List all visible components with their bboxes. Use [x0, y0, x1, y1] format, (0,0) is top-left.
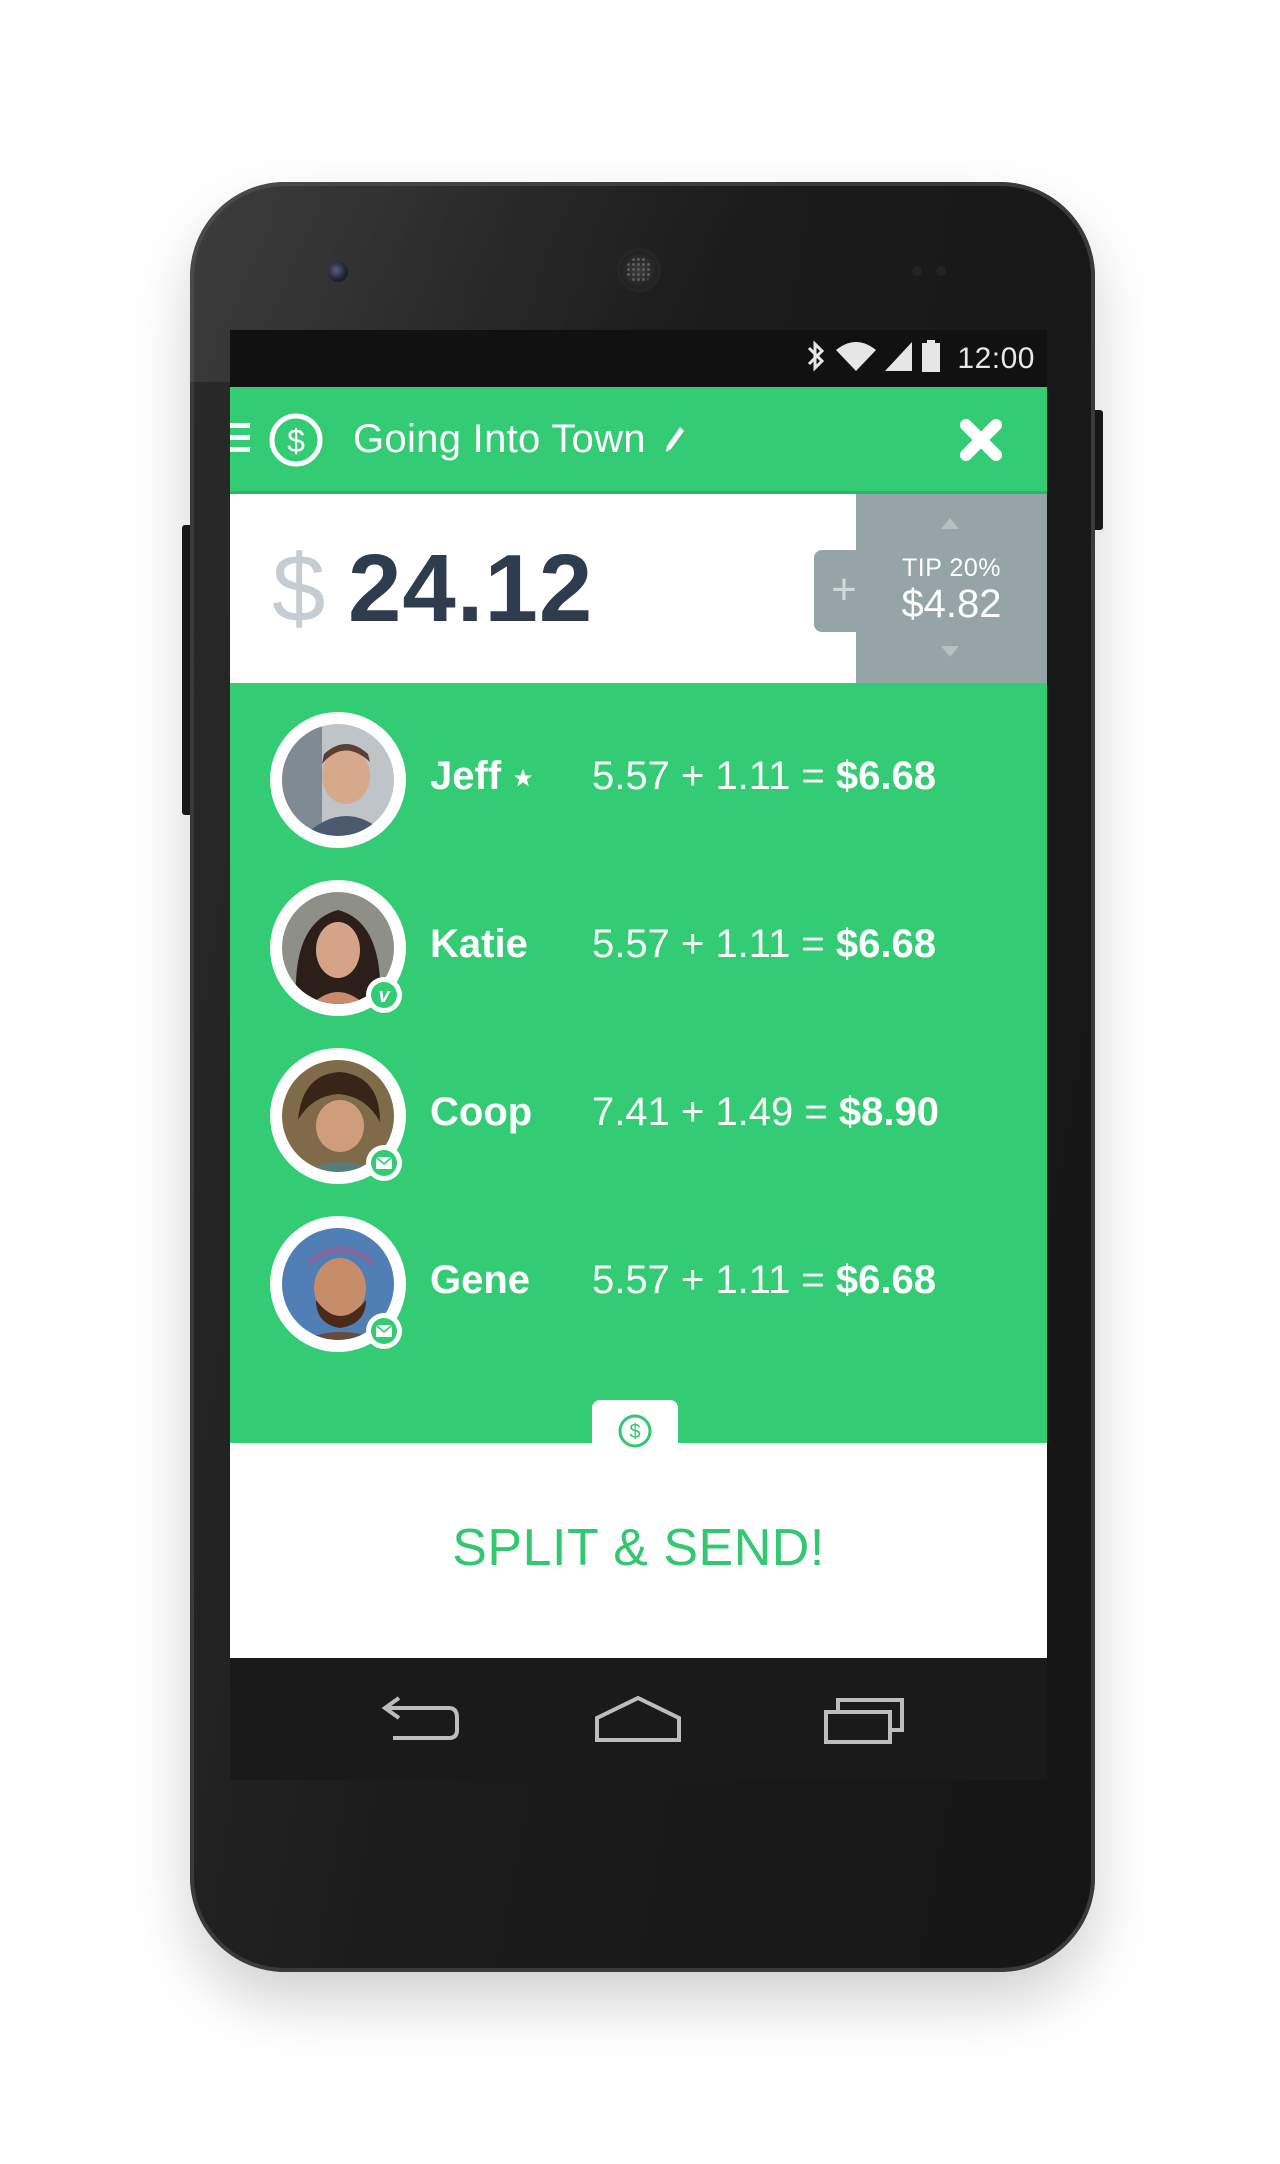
send-tab: $	[592, 1400, 678, 1448]
menu-icon[interactable]	[230, 423, 250, 457]
amount-breakdown: 5.57 + 1.11 =	[592, 922, 836, 966]
status-time: 12:00	[957, 341, 1035, 375]
close-icon[interactable]	[958, 417, 1004, 463]
app-bar: $ Going Into Town	[230, 387, 1047, 494]
amount-total: $6.68	[835, 1258, 937, 1302]
screen: 12:00 $ Going Into Town $ 24.12 + TIP 20…	[230, 330, 1047, 1780]
person-amount: 5.57 + 1.11 = $6.68	[592, 754, 936, 799]
person-amount: 5.57 + 1.11 = $6.68	[592, 922, 936, 967]
edit-icon[interactable]	[664, 425, 686, 460]
amount-breakdown: 5.57 + 1.11 =	[592, 754, 836, 798]
dollar-coin-icon: $	[616, 1412, 654, 1455]
send-area: SPLIT & SEND!	[230, 1443, 1047, 1658]
avatar[interactable]	[270, 1048, 406, 1184]
light-sensor	[936, 266, 946, 276]
person-row-coop[interactable]: Coop 7.41 + 1.49 = $8.90	[230, 1048, 1047, 1188]
person-name: Gene	[430, 1258, 531, 1302]
person-name: Jeff	[430, 754, 502, 798]
person-name: Coop	[430, 1090, 533, 1134]
mail-badge	[366, 1145, 402, 1181]
amount-total: $6.68	[835, 922, 937, 966]
amount-breakdown: 5.57 + 1.11 =	[592, 1258, 836, 1302]
front-camera	[328, 262, 348, 282]
person-amount: 7.41 + 1.49 = $8.90	[592, 1090, 939, 1135]
venmo-badge: v	[366, 977, 402, 1013]
avatar[interactable]	[270, 1216, 406, 1352]
battery-icon	[921, 339, 941, 378]
amount-total: $8.90	[838, 1090, 939, 1134]
tip-increase-icon[interactable]	[941, 518, 959, 529]
wifi-icon	[835, 340, 877, 377]
split-send-button[interactable]: SPLIT & SEND!	[230, 1503, 1047, 1593]
tip-amount: $4.82	[901, 582, 1002, 626]
star-icon	[513, 768, 533, 793]
svg-text:v: v	[378, 985, 391, 1007]
status-bar: 12:00	[230, 330, 1047, 387]
svg-text:$: $	[287, 423, 305, 459]
page-title[interactable]: Going Into Town	[353, 417, 646, 462]
avatar[interactable]	[270, 712, 406, 848]
bill-amount-row: $ 24.12 + TIP 20% $4.82	[230, 494, 1047, 683]
people-list: Jeff 5.57 + 1.11 = $6.68 v Katie 5.57 + …	[230, 683, 1047, 1443]
signal-icon	[885, 340, 913, 377]
person-name: Katie	[430, 922, 528, 966]
tip-panel: TIP 20% $4.82	[856, 494, 1047, 683]
person-row-gene[interactable]: Gene 5.57 + 1.11 = $6.68	[230, 1216, 1047, 1356]
amount-breakdown: 7.41 + 1.49 =	[592, 1090, 839, 1134]
earpiece-speaker	[617, 248, 661, 292]
avatar[interactable]: v	[270, 880, 406, 1016]
bluetooth-icon	[805, 339, 827, 378]
person-row-katie[interactable]: v Katie 5.57 + 1.11 = $6.68	[230, 880, 1047, 1020]
tip-decrease-icon[interactable]	[941, 646, 959, 657]
mail-badge	[366, 1313, 402, 1349]
person-amount: 5.57 + 1.11 = $6.68	[592, 1258, 936, 1303]
person-row-jeff[interactable]: Jeff 5.57 + 1.11 = $6.68	[230, 712, 1047, 852]
recents-icon[interactable]	[822, 1690, 912, 1750]
dollar-logo-icon: $	[268, 412, 324, 473]
avatar-photo	[282, 724, 394, 836]
amount-total: $6.68	[835, 754, 937, 798]
navigation-bar	[230, 1658, 1047, 1780]
tip-label: TIP 20%	[902, 554, 1001, 582]
home-icon[interactable]	[593, 1690, 683, 1750]
back-icon[interactable]	[373, 1690, 463, 1750]
svg-text:$: $	[629, 1421, 640, 1443]
currency-symbol: $	[272, 535, 326, 642]
bill-amount[interactable]: 24.12	[348, 534, 593, 644]
proximity-sensor	[912, 266, 922, 276]
